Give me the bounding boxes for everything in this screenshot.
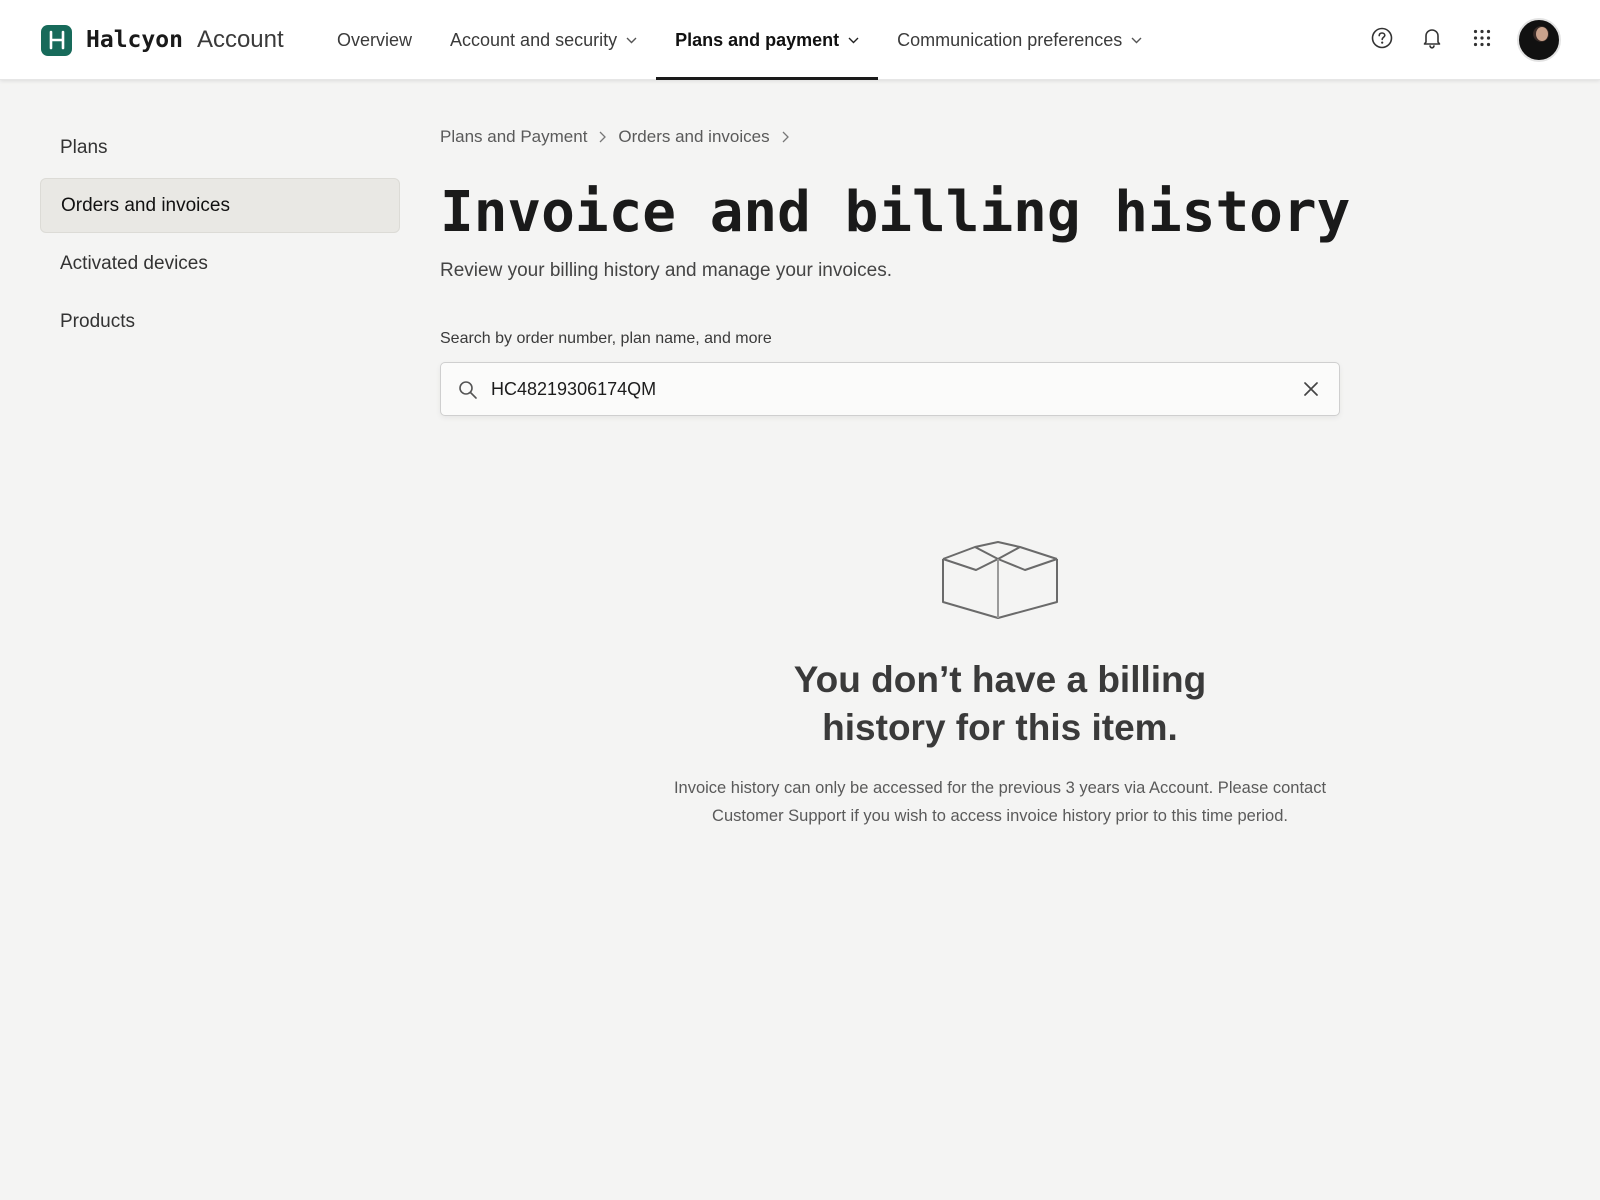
nav-item-communication-preferences[interactable]: Communication preferences: [878, 0, 1161, 80]
notifications-button[interactable]: [1409, 17, 1455, 63]
nav-item-label: Overview: [337, 29, 413, 50]
sidebar-item-label: Products: [60, 310, 135, 332]
breadcrumb-link-orders-invoices[interactable]: Orders and invoices: [618, 127, 769, 147]
empty-state-title: You don’t have a billing history for thi…: [600, 656, 1400, 752]
nav-item-overview[interactable]: Overview: [318, 0, 431, 80]
avatar[interactable]: [1517, 18, 1561, 62]
sidebar-item-label: Plans: [60, 136, 108, 158]
sidebar-item-products[interactable]: Products: [40, 294, 400, 349]
brand[interactable]: Halcyon Account: [41, 24, 284, 56]
search-box: [440, 362, 1340, 416]
chevron-right-icon: [782, 131, 789, 143]
app-launcher-icon: [1473, 29, 1491, 52]
breadcrumb: Plans and Payment Orders and invoices: [440, 127, 801, 147]
help-icon: [1371, 27, 1393, 54]
brand-logo-icon: [41, 24, 72, 56]
box-icon: [942, 541, 1058, 619]
empty-state-title-line2: history for this item.: [822, 707, 1178, 748]
sidebar-item-label: Orders and invoices: [61, 194, 230, 216]
empty-state-description: Invoice history can only be accessed for…: [673, 779, 1327, 825]
top-actions: [1355, 17, 1561, 63]
brand-name: Halcyon: [86, 27, 183, 53]
chevron-down-icon: [626, 37, 637, 44]
page-subtitle: Review your billing history and manage y…: [440, 260, 893, 281]
brand-suffix: Account: [196, 26, 284, 53]
bell-icon: [1422, 27, 1442, 54]
chevron-down-icon: [848, 37, 859, 44]
search-label: Search by order number, plan name, and m…: [440, 330, 772, 347]
search-input[interactable]: [491, 363, 1271, 415]
sidebar-item-activated-devices[interactable]: Activated devices: [40, 236, 400, 291]
sidebar: Plans Orders and invoices Activated devi…: [40, 120, 400, 352]
nav-item-label: Communication preferences: [897, 29, 1123, 50]
top-bar: Halcyon Account Overview Account and sec…: [0, 0, 1600, 80]
empty-state: You don’t have a billing history for thi…: [600, 540, 1400, 830]
sidebar-item-label: Activated devices: [60, 252, 208, 274]
chevron-down-icon: [1131, 37, 1142, 44]
chevron-right-icon: [599, 131, 607, 143]
help-button[interactable]: [1359, 17, 1405, 63]
app-launcher-button[interactable]: [1459, 17, 1505, 63]
nav-item-account-security[interactable]: Account and security: [431, 0, 656, 80]
main-nav: Overview Account and security Plans and …: [318, 0, 1161, 80]
search-icon: [458, 380, 478, 405]
nav-item-plans-payment[interactable]: Plans and payment: [656, 0, 879, 80]
close-icon: [1304, 382, 1318, 396]
nav-item-label: Account and security: [450, 29, 618, 50]
nav-item-label: Plans and payment: [675, 29, 840, 50]
page-title: Invoice and billing history: [440, 180, 1351, 245]
sidebar-item-plans[interactable]: Plans: [40, 120, 400, 175]
sidebar-item-orders-invoices[interactable]: Orders and invoices: [40, 178, 400, 233]
clear-search-button[interactable]: [1301, 379, 1321, 399]
empty-state-title-line1: You don’t have a billing: [793, 659, 1207, 700]
breadcrumb-link-plans-payment[interactable]: Plans and Payment: [440, 127, 587, 147]
